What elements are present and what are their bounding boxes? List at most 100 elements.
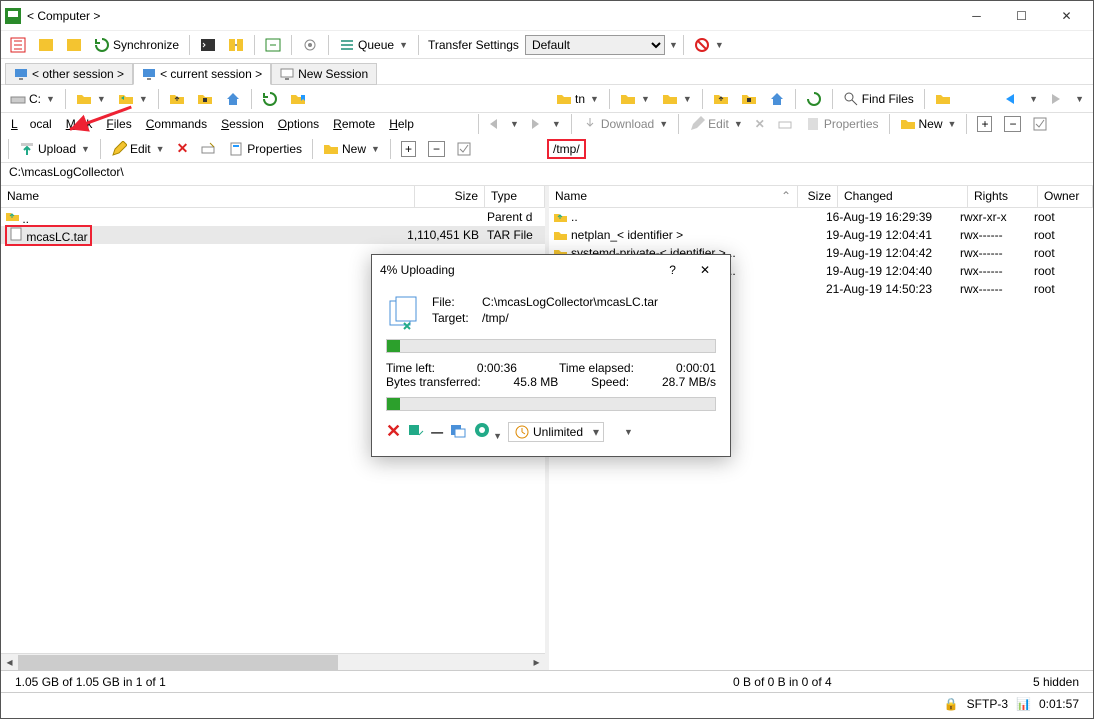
remote-parent-icon[interactable] [708,88,734,110]
sync-remote-icon[interactable] [260,34,286,56]
status-hidden: 5 hidden [1025,675,1087,689]
once-done-icon[interactable]: ▼ [473,421,502,442]
remote-refresh-icon[interactable] [801,88,827,110]
col-type[interactable]: Type [485,186,545,207]
minus-icon[interactable]: − [423,138,450,160]
nav-fwd-button[interactable]: ▼ [1045,88,1089,110]
dialog-help-button[interactable]: ? [657,259,688,281]
parent-folder-icon[interactable] [164,88,190,110]
sync-browse-icon[interactable] [223,34,249,56]
dialog-file: C:\mcasLogCollector\mcasLC.tar [482,295,658,309]
col-owner[interactable]: Owner [1038,186,1093,207]
synchronize-button[interactable]: Synchronize [89,34,184,56]
nav-fwd-small[interactable]: ▼ [526,113,566,135]
h-scrollbar[interactable]: ◂ ▸ [1,653,545,670]
remote-path[interactable]: /tmp/ [547,139,586,159]
tray-icon[interactable]: — [431,425,443,439]
disconnect-icon[interactable]: ▼ [689,34,729,56]
upload-dialog: 4% Uploading ? ✕ File:C:\mcasLogCollecto… [371,254,731,457]
speed-limit-select[interactable]: Unlimited [508,422,604,442]
app-icon [5,8,21,24]
nav-back-button[interactable]: ▼ [999,88,1043,110]
download-button[interactable]: Download▼ [577,113,673,135]
remote-edit-button[interactable]: Edit▼ [684,113,748,135]
remote-delete-icon[interactable]: ✕ [750,113,770,135]
minimize-button[interactable]: ─ [954,2,999,30]
addressbook-icon[interactable] [5,34,31,56]
status-protocol: SFTP-3 [959,697,1016,711]
col-name-r[interactable]: Name ⌃ [549,186,798,207]
gear-icon[interactable] [297,34,323,56]
new-session-icon [280,67,294,81]
cancel-icon[interactable]: ✕ [386,421,401,442]
home-icon[interactable] [220,88,246,110]
remote-root-icon[interactable] [736,88,762,110]
menu-options[interactable]: Options [272,115,325,133]
remote-properties-button[interactable]: Properties [800,113,884,135]
find-files-button[interactable]: Find Files [838,88,919,110]
remote-dir-select[interactable]: tn▼ [551,88,604,110]
speed-chevron-icon[interactable]: ▼ [624,427,633,437]
transfer-settings-select[interactable]: Default [525,35,665,55]
root-folder-icon[interactable] [192,88,218,110]
bytes-transferred: 45.8 MB [514,375,559,389]
tab-current-session[interactable]: < current session > [133,63,271,85]
transfer-settings-chevron-icon[interactable]: ▼ [669,40,678,50]
close-button[interactable]: ✕ [1044,2,1089,30]
remote-select-icon[interactable] [1028,113,1052,135]
nav-back-small[interactable]: ▼ [484,113,524,135]
select-all-icon[interactable] [452,138,476,160]
monitor-icon [14,67,28,81]
file-row[interactable]: netplan_< identifier >19-Aug-19 12:04:41… [549,226,1093,244]
folder-new-icon [323,141,339,157]
remote-new-button[interactable]: New▼ [895,113,962,135]
upload-icon [19,141,35,157]
tab-other-session[interactable]: < other session > [5,63,133,85]
remote-bookmark-icon[interactable] [930,88,956,110]
stats-icon[interactable]: 📊 [1016,697,1031,711]
file-row[interactable]: ..Parent d [1,208,545,226]
dialog-close-button[interactable]: ✕ [688,259,722,281]
delete-icon[interactable]: ✕ [172,138,194,160]
explorer-icon[interactable] [61,34,87,56]
tab-new-session[interactable]: New Session [271,63,377,85]
menu-remote[interactable]: Remote [327,115,381,133]
background-icon[interactable] [449,421,467,442]
remote-open-folder-icon[interactable]: ▼ [615,88,655,110]
menu-local[interactable]: Local [5,115,58,133]
progress-total [386,397,716,411]
rename-icon[interactable] [195,138,221,160]
maximize-button[interactable]: ☐ [999,2,1044,30]
dialog-title: 4% Uploading [380,263,455,277]
remote-home-icon[interactable] [764,88,790,110]
remote-plus-icon[interactable]: + [972,113,997,135]
remote-rename-icon[interactable] [772,113,798,135]
properties-icon [228,141,244,157]
menu-help[interactable]: Help [383,115,420,133]
commander-icon[interactable] [33,34,59,56]
new-button[interactable]: New▼ [318,138,385,160]
plus-icon[interactable]: + [396,138,421,160]
properties-button[interactable]: Properties [223,138,307,160]
file-row[interactable]: mcasLC.tar1,110,451 KBTAR File [1,226,545,244]
progress-file [386,339,716,353]
col-size[interactable]: Size [415,186,485,207]
local-path[interactable]: C:\mcasLogCollector\ [1,163,547,185]
col-size-r[interactable]: Size [798,186,838,207]
bookmark-icon[interactable] [285,88,311,110]
drive-select[interactable]: C:▼ [5,88,60,110]
file-row[interactable]: ..16-Aug-19 16:29:39rwxr-xr-xroot [549,208,1093,226]
col-changed[interactable]: Changed [838,186,968,207]
col-rights[interactable]: Rights [968,186,1038,207]
menu-commands[interactable]: Commands [140,115,213,133]
refresh-icon[interactable] [257,88,283,110]
folder-icon [556,91,572,107]
terminal-icon[interactable] [195,34,221,56]
col-name[interactable]: Name [1,186,415,207]
remote-minus-icon[interactable]: − [999,113,1026,135]
menu-session[interactable]: Session [215,115,270,133]
remote-back-nav-icon[interactable]: ▼ [657,88,697,110]
queue-button[interactable]: Queue▼ [334,34,413,56]
minimize-icon[interactable] [407,421,425,442]
transfer-icon [386,295,422,331]
